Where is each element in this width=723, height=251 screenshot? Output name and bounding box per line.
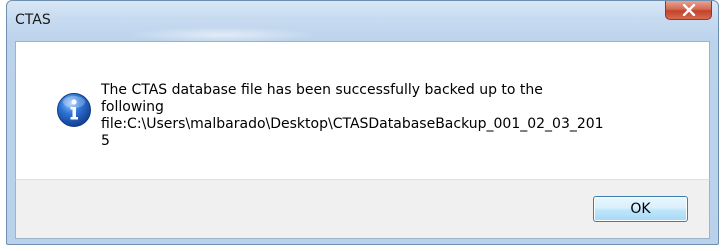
ok-button[interactable]: OK (593, 196, 688, 222)
dialog-content: The CTAS database file has been successf… (15, 41, 710, 179)
message-line-2: following (101, 99, 164, 115)
dialog-window: CTAS The CTAS database file has been suc… (6, 0, 719, 245)
message-line-3: file:C:\Users\malbarado\Desktop\CTASData… (101, 116, 604, 132)
dialog-message: The CTAS database file has been successf… (101, 82, 621, 150)
window-title: CTAS (15, 12, 51, 28)
message-line-4: 5 (101, 133, 110, 149)
close-button[interactable] (665, 1, 712, 20)
close-icon (682, 4, 695, 16)
title-bar[interactable]: CTAS (7, 1, 718, 43)
dialog-footer: OK (15, 179, 710, 239)
message-line-1: The CTAS database file has been successf… (101, 82, 543, 98)
info-icon (57, 93, 91, 127)
